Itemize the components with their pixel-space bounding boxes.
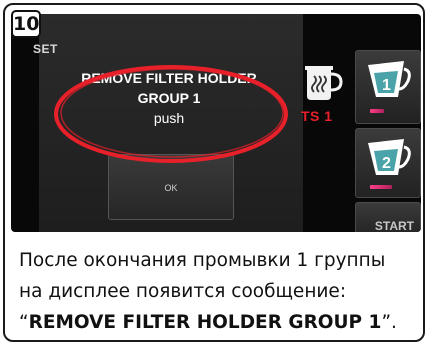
caption-line-1: После окончания промывки 1 группы	[19, 250, 386, 271]
quote-open: “	[19, 312, 29, 333]
cup-2-number: 2	[382, 155, 391, 172]
cup-1-number: 1	[382, 77, 391, 94]
machine-display: SET REMOVE FILTER HOLDER GROUP 1 push OK…	[11, 14, 421, 232]
cup-2-button[interactable]: 2	[355, 128, 421, 198]
cup-2-progress	[370, 185, 392, 189]
caption-text: После окончания промывки 1 группы на дис…	[19, 245, 421, 338]
steam-icon[interactable]	[301, 56, 345, 102]
caption-line-2: на дисплее появится сообщение:	[19, 281, 347, 302]
caption-message-bold: REMOVE FILTER HOLDER GROUP 1	[28, 312, 382, 333]
instruction-card: SET REMOVE FILTER HOLDER GROUP 1 push OK…	[3, 3, 425, 342]
cup-icon: 1	[368, 61, 411, 97]
cup-1-button[interactable]: 1	[355, 50, 421, 124]
start-label: START	[374, 219, 414, 232]
quote-close: ”.	[381, 312, 397, 333]
cup-1-progress	[370, 109, 384, 113]
caption-line-3: “REMOVE FILTER HOLDER GROUP 1”.	[19, 307, 421, 338]
start-button[interactable]: START	[355, 202, 421, 232]
step-number-badge: 10	[11, 10, 41, 38]
cup-icon: 2	[368, 139, 411, 175]
ts-label: TS 1	[301, 108, 333, 124]
highlight-ellipse	[54, 65, 288, 163]
set-button[interactable]: SET	[33, 42, 58, 56]
